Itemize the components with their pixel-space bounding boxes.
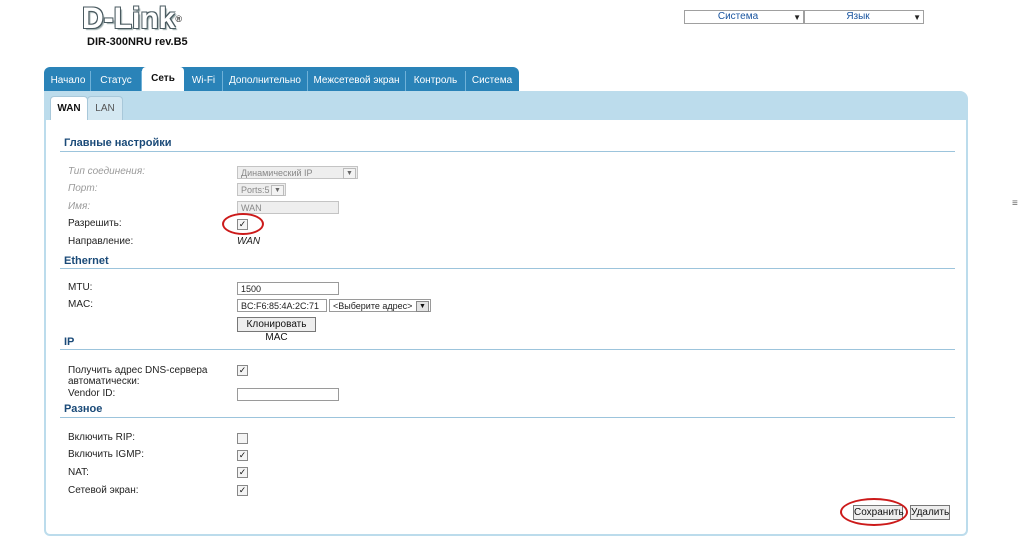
checkmark-icon: ✓ (238, 467, 247, 477)
connection-type-label: Тип соединения: (68, 166, 145, 177)
port-select: Ports:5 ▼ (237, 183, 286, 196)
subtab-wan[interactable]: WAN (50, 96, 88, 121)
checkmark-icon: ✓ (238, 365, 247, 375)
d-link-logo: D-Link® (82, 4, 182, 34)
vendor-id-input[interactable] (237, 388, 339, 401)
dns-auto-checkbox[interactable]: ✓ (237, 365, 248, 376)
section-misc-title: Разное (64, 403, 103, 415)
subtab-lan[interactable]: LAN (87, 96, 123, 121)
firewall-checkbox[interactable]: ✓ (237, 485, 248, 496)
mac-input[interactable]: BC:F6:85:4A:2C:71 (237, 299, 327, 312)
chevron-down-icon: ▼ (913, 13, 921, 22)
mtu-input[interactable]: 1500 (237, 282, 339, 295)
language-select[interactable]: Язык ▼ (804, 10, 924, 24)
tab-advanced[interactable]: Дополнительно (223, 71, 308, 91)
tab-control[interactable]: Контроль (406, 71, 466, 91)
section-divider (60, 417, 955, 418)
tab-system[interactable]: Система (466, 71, 518, 91)
highlight-circle (840, 498, 908, 526)
tab-firewall[interactable]: Межсетевой экран (308, 71, 406, 91)
mac-label: MAC: (68, 299, 93, 310)
checkmark-icon: ✓ (238, 485, 247, 495)
clone-mac-button[interactable]: Клонировать MAC (237, 317, 316, 343)
connection-type-select: Динамический IP ▼ (237, 166, 358, 179)
firewall-label: Сетевой экран: (68, 485, 139, 496)
nat-checkbox[interactable]: ✓ (237, 467, 248, 478)
chevron-down-icon: ▼ (416, 301, 429, 312)
model-name: DIR-300NRU rev.B5 (87, 36, 188, 48)
igmp-label: Включить IGMP: (68, 449, 144, 460)
dns-auto-label: Получить адрес DNS-сервера автоматически… (68, 365, 208, 387)
section-main-settings-title: Главные настройки (64, 137, 172, 149)
port-label: Порт: (68, 183, 98, 194)
section-divider (60, 268, 955, 269)
nat-label: NAT: (68, 467, 89, 478)
rip-label: Включить RIP: (68, 432, 136, 443)
delete-button[interactable]: Удалить (910, 505, 950, 520)
direction-value: WAN (237, 236, 261, 247)
scroll-grip-icon[interactable]: ≡ (1012, 198, 1018, 209)
section-divider (60, 349, 955, 350)
highlight-circle (222, 213, 264, 235)
name-field: WAN (237, 201, 339, 214)
vendor-id-label: Vendor ID: (68, 388, 116, 399)
mac-address-select[interactable]: <Выберите адрес> ▼ (329, 299, 431, 312)
name-label: Имя: (68, 201, 91, 212)
checkmark-icon: ✓ (238, 450, 247, 460)
system-menu-select[interactable]: Система ▼ (684, 10, 804, 24)
section-divider (60, 151, 955, 152)
igmp-checkbox[interactable]: ✓ (237, 450, 248, 461)
subtab-bar (44, 91, 968, 121)
section-ip-title: IP (64, 336, 75, 348)
section-ethernet-title: Ethernet (64, 255, 109, 267)
settings-panel (44, 120, 968, 536)
tab-start[interactable]: Начало (46, 71, 91, 91)
rip-checkbox[interactable] (237, 433, 248, 444)
mtu-label: MTU: (68, 282, 93, 293)
brand-name: D-Link® (82, 2, 182, 35)
chevron-down-icon: ▼ (343, 168, 356, 179)
tab-network[interactable]: Сеть (142, 67, 184, 91)
tab-status[interactable]: Статус (91, 71, 142, 91)
chevron-down-icon: ▼ (271, 185, 284, 196)
enable-label: Разрешить: (68, 218, 122, 229)
tab-wifi[interactable]: Wi-Fi (185, 71, 223, 91)
chevron-down-icon: ▼ (793, 13, 801, 22)
direction-label: Направление: (68, 236, 134, 247)
